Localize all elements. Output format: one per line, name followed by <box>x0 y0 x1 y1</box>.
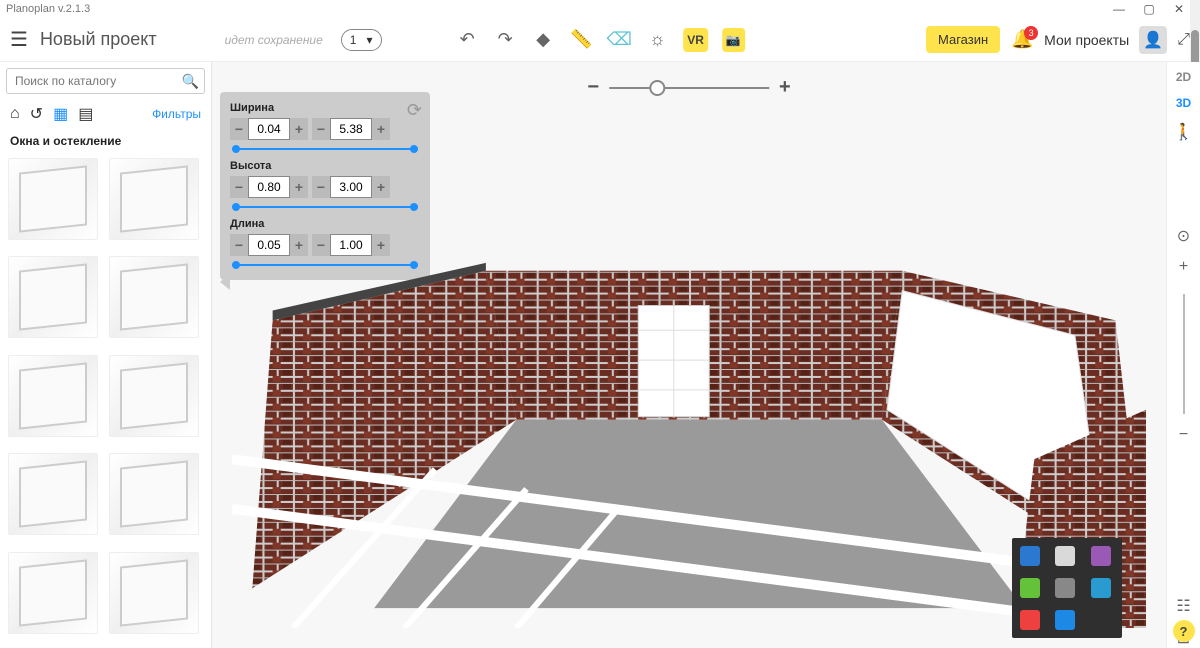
catalog-item[interactable] <box>8 158 98 240</box>
3d-viewport[interactable]: − + ⟳ Ширина − + − <box>212 62 1166 648</box>
history-dropdown[interactable]: 1 ▾ <box>341 29 382 51</box>
undo-icon[interactable]: ↶ <box>455 28 479 52</box>
mode-3d-button[interactable]: 3D <box>1176 96 1191 110</box>
chevron-down-icon: ▾ <box>366 33 372 47</box>
zoom-slider-track[interactable] <box>609 87 769 89</box>
zoom-in-icon[interactable]: + <box>1179 258 1188 276</box>
notifications-button[interactable]: 🔔 3 <box>1010 28 1034 52</box>
grid-large-icon[interactable]: ▦ <box>53 104 68 124</box>
tool-icon-group: ↶ ↷ ◆ 📏 ⌫ ☼ VR 📷 <box>455 28 745 52</box>
catalog-sidebar: 🔍 ⌂ ↺ ▦ ▤ Фильтры Окна и остекление <box>0 62 212 648</box>
mode-2d-button[interactable]: 2D <box>1176 70 1191 84</box>
zoom-control: − + <box>587 76 790 99</box>
grid-small-icon[interactable]: ▤ <box>78 104 93 124</box>
orbit-target-icon[interactable]: ⊙ <box>1177 226 1190 246</box>
tray-app-icon[interactable] <box>1091 578 1111 598</box>
catalog-item[interactable] <box>109 158 199 240</box>
layers-icon[interactable]: ☷ <box>1176 596 1190 616</box>
search-icon[interactable]: 🔍 <box>182 73 199 90</box>
notifications-badge: 3 <box>1024 26 1038 40</box>
project-title: Новый проект <box>40 29 157 50</box>
ruler-icon[interactable]: 📏 <box>569 28 593 52</box>
catalog-item[interactable] <box>8 256 98 338</box>
paint-icon[interactable]: ◆ <box>531 28 555 52</box>
camera-button[interactable]: 📷 <box>722 28 745 52</box>
window-maximize-button[interactable]: ▢ <box>1134 2 1164 16</box>
store-button[interactable]: Магазин <box>926 26 1000 53</box>
category-title: Окна и остекление <box>0 128 211 154</box>
tray-app-icon[interactable] <box>1020 610 1040 630</box>
panel-collapse-handle[interactable] <box>220 274 230 290</box>
user-avatar[interactable]: 👤 <box>1139 26 1167 54</box>
menu-button[interactable]: ☰ <box>10 27 28 52</box>
catalog-grid <box>0 154 211 648</box>
tray-app-icon[interactable] <box>1020 546 1040 566</box>
view-mode-rail: 2D 3D 🚶 ⊙ + − ☷ ⊞ ? <box>1166 62 1200 648</box>
back-icon[interactable]: ↺ <box>30 104 43 124</box>
3d-scene[interactable] <box>232 112 1146 628</box>
catalog-item[interactable] <box>109 453 199 535</box>
walk-mode-icon[interactable]: 🚶 <box>1174 122 1194 142</box>
eraser-icon[interactable]: ⌫ <box>607 28 631 52</box>
zoom-out-button[interactable]: − <box>587 76 599 99</box>
tray-app-icon[interactable] <box>1020 578 1040 598</box>
help-button[interactable]: ? <box>1173 620 1195 642</box>
window-titlebar: Planoplan v.2.1.3 — ▢ ✕ <box>0 0 1200 18</box>
filters-link[interactable]: Фильтры <box>152 107 201 121</box>
catalog-search-input[interactable] <box>6 68 205 94</box>
zoom-in-button[interactable]: + <box>779 76 791 99</box>
catalog-item[interactable] <box>109 256 199 338</box>
fullscreen-icon[interactable]: ⤢ <box>1177 31 1190 49</box>
catalog-item[interactable] <box>109 552 199 634</box>
catalog-item[interactable] <box>109 355 199 437</box>
sun-icon[interactable]: ☼ <box>645 28 669 52</box>
main-toolbar: ☰ Новый проект идет сохранение 1 ▾ ↶ ↷ ◆… <box>0 18 1200 62</box>
tray-app-icon[interactable] <box>1055 546 1075 566</box>
catalog-item[interactable] <box>8 453 98 535</box>
redo-icon[interactable]: ↷ <box>493 28 517 52</box>
vr-button[interactable]: VR <box>683 28 708 52</box>
tray-app-icon[interactable] <box>1055 578 1075 598</box>
zoom-out-icon[interactable]: − <box>1179 426 1188 444</box>
history-count: 1 <box>350 33 357 47</box>
tray-app-icon[interactable] <box>1055 610 1075 630</box>
app-title: Planoplan v.2.1.3 <box>6 3 90 15</box>
window-minimize-button[interactable]: — <box>1104 2 1134 16</box>
home-icon[interactable]: ⌂ <box>10 105 20 123</box>
my-projects-link[interactable]: Мои проекты <box>1044 32 1129 48</box>
catalog-item[interactable] <box>8 355 98 437</box>
tray-app-icon[interactable] <box>1091 546 1111 566</box>
catalog-item[interactable] <box>8 552 98 634</box>
zoom-slider-thumb[interactable] <box>649 80 665 96</box>
system-tray-popup <box>1012 538 1122 638</box>
vertical-zoom-slider[interactable] <box>1183 294 1185 414</box>
saving-status: идет сохранение <box>225 33 323 47</box>
